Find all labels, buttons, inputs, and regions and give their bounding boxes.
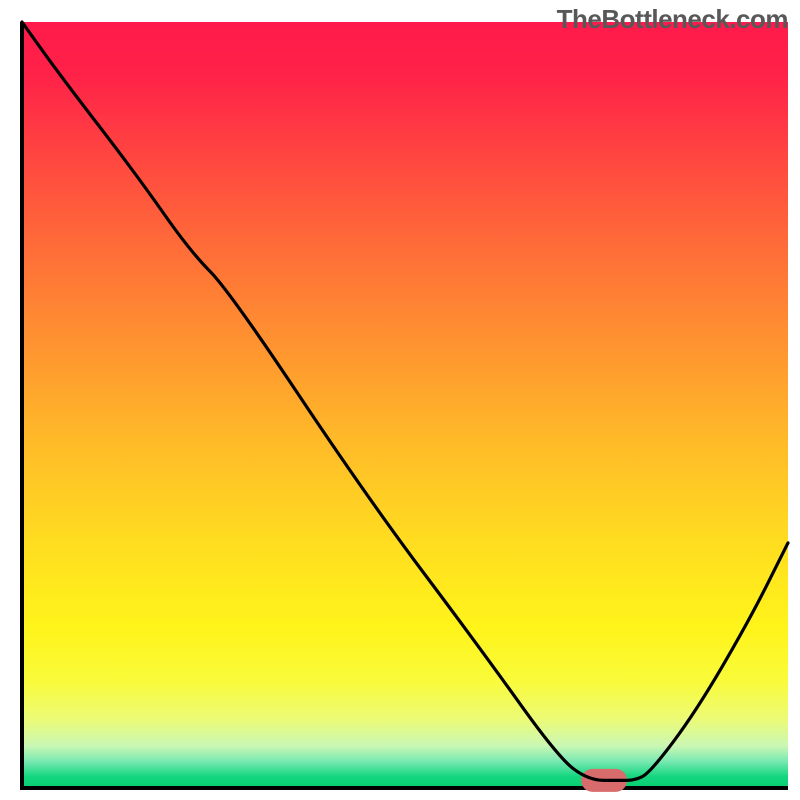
bottleneck-chart: TheBottleneck.com <box>0 0 800 800</box>
chart-background-gradient <box>22 22 788 788</box>
watermark-text: TheBottleneck.com <box>557 4 788 35</box>
chart-svg <box>0 0 800 800</box>
